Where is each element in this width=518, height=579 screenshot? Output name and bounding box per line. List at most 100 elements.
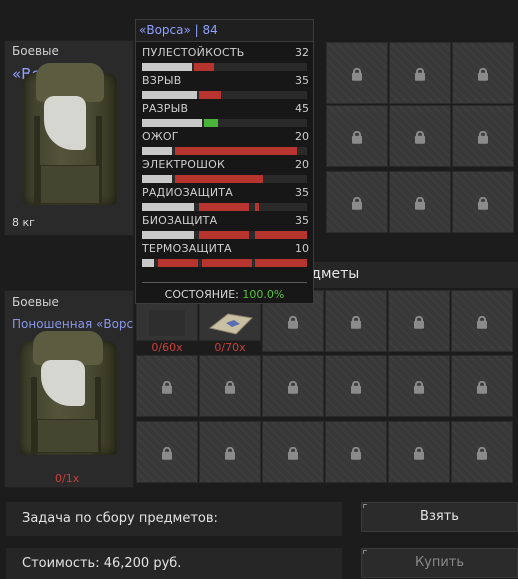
stat-bar: [142, 119, 307, 127]
take-button[interactable]: Взять: [361, 502, 518, 532]
stat-value: 10: [295, 242, 309, 255]
locked-slot[interactable]: [388, 290, 450, 352]
backpack-image: [19, 331, 117, 461]
stat-value: 32: [295, 46, 309, 59]
tooltip-divider: [142, 282, 307, 283]
condition-value: 100.0%: [242, 288, 285, 301]
lock-icon: [477, 315, 487, 329]
item-category: Боевые: [12, 295, 59, 309]
stat-value: 35: [295, 214, 309, 227]
take-button-label: Взять: [420, 509, 459, 524]
locked-slot[interactable]: [325, 421, 387, 483]
stat-bar: [142, 259, 307, 267]
cost-label: Стоимость: 46,200 руб.: [22, 556, 182, 571]
stat-value: 35: [295, 74, 309, 87]
locked-slot[interactable]: [389, 42, 451, 104]
stat-bar: [142, 175, 307, 183]
corner-mark-icon: [363, 550, 367, 554]
stat-name: ЭЛЕКТРОШОК: [142, 158, 225, 171]
lock-icon: [477, 380, 487, 394]
locked-slot[interactable]: [326, 42, 388, 104]
locked-slot[interactable]: [262, 421, 324, 483]
backpack-image: [23, 63, 117, 213]
stat-value: 20: [295, 130, 309, 143]
locked-slot[interactable]: [326, 171, 388, 233]
locked-slot[interactable]: [199, 421, 261, 483]
locked-slot[interactable]: [452, 42, 514, 104]
lock-icon: [478, 196, 488, 210]
locked-slot[interactable]: [325, 290, 387, 352]
item-card-worn-vorsa[interactable]: Боевые Поношенная «Ворса» 0/1x: [4, 290, 134, 488]
lock-icon: [352, 196, 362, 210]
slot-quantity: 0/60x: [151, 341, 183, 354]
stat-name: РАЗРЫВ: [142, 102, 189, 115]
lock-icon: [352, 67, 362, 81]
stat-name: ТЕРМОЗАЩИТА: [142, 242, 232, 255]
item-name: Поношенная «Ворса»: [12, 317, 134, 331]
locked-slot[interactable]: [199, 355, 261, 417]
lock-icon: [225, 380, 235, 394]
stat-name: ВЗРЫВ: [142, 74, 182, 87]
map-document-icon: [208, 313, 254, 335]
lock-icon: [414, 446, 424, 460]
condition-label: СОСТОЯНИЕ:: [164, 288, 239, 301]
locked-slot[interactable]: [451, 355, 513, 417]
slot-quantity: 0/70x: [214, 341, 246, 354]
locked-slot[interactable]: [326, 105, 388, 167]
cost-panel: Стоимость: 46,200 руб.: [6, 548, 342, 579]
lock-icon: [414, 380, 424, 394]
locked-slot[interactable]: [452, 105, 514, 167]
lock-icon: [477, 446, 487, 460]
item-weight: 8 кг: [12, 216, 35, 229]
locked-slot[interactable]: [451, 421, 513, 483]
lock-icon: [351, 315, 361, 329]
lock-icon: [162, 446, 172, 460]
lock-icon: [225, 446, 235, 460]
stat-name: ПУЛЕСТОЙКОСТЬ: [142, 46, 245, 59]
tooltip-header: «Ворса» | 84: [136, 20, 313, 42]
stat-bar: [142, 63, 307, 71]
required-slot-1[interactable]: [136, 303, 198, 341]
task-label: Задача по сбору предметов:: [22, 511, 218, 526]
item-quantity: 0/1x: [55, 472, 80, 485]
buy-button-label: Купить: [414, 555, 465, 570]
tooltip-title: «Ворса» | 84: [139, 23, 218, 37]
lock-icon: [414, 315, 424, 329]
lock-icon: [351, 446, 361, 460]
locked-slot[interactable]: [388, 355, 450, 417]
stat-value: 45: [295, 102, 309, 115]
locked-slot[interactable]: [388, 421, 450, 483]
lock-icon: [478, 130, 488, 144]
condition-row: СОСТОЯНИЕ: 100.0%: [136, 288, 313, 301]
stat-bar: [142, 147, 307, 155]
stat-bar: [142, 231, 307, 239]
locked-slot[interactable]: [452, 171, 514, 233]
item-tooltip: «Ворса» | 84 ПУЛЕСТОЙКОСТЬ 32 ВЗРЫВ 35 РАЗРЫ…: [135, 19, 314, 304]
lock-icon: [415, 67, 425, 81]
lock-icon: [352, 130, 362, 144]
locked-slot[interactable]: [325, 355, 387, 417]
stat-name: БИОЗАЩИТА: [142, 214, 218, 227]
item-category: Боевые: [12, 44, 59, 58]
lock-icon: [415, 130, 425, 144]
required-slot-2[interactable]: [199, 303, 261, 341]
locked-slot[interactable]: [262, 355, 324, 417]
stat-value: 35: [295, 186, 309, 199]
lock-icon: [478, 67, 488, 81]
item-card-vorsa[interactable]: Боевые «Ворса» 8 кг: [4, 40, 134, 236]
locked-slot[interactable]: [136, 355, 198, 417]
locked-slot[interactable]: [389, 105, 451, 167]
stat-value: 20: [295, 158, 309, 171]
stat-name: ОЖОГ: [142, 130, 179, 143]
lock-icon: [162, 380, 172, 394]
lock-icon: [351, 380, 361, 394]
locked-slot[interactable]: [389, 171, 451, 233]
lock-icon: [288, 446, 298, 460]
buy-button[interactable]: Купить: [361, 548, 518, 578]
locked-slot[interactable]: [451, 290, 513, 352]
task-panel: Задача по сбору предметов:: [6, 502, 342, 536]
locked-slot[interactable]: [136, 421, 198, 483]
lock-icon: [415, 196, 425, 210]
stat-bar: [142, 91, 307, 99]
stat-name: РАДИОЗАЩИТА: [142, 186, 233, 199]
